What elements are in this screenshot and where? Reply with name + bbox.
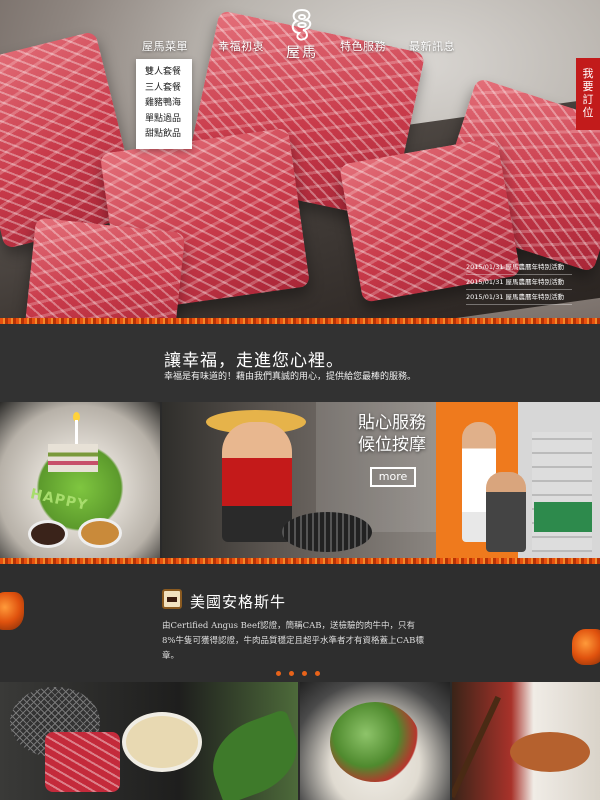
service-photo: 貼心服務 候位按摩 more <box>162 402 436 558</box>
menu-dropdown: 雙人套餐 三人套餐 雞豬鴨海 單點過品 甜點飲品 <box>136 59 192 149</box>
grill <box>282 512 372 552</box>
fish-dish-photo <box>452 682 600 800</box>
news-item[interactable]: 2015/01/31 屋馬農曆年特別活動 <box>466 290 572 305</box>
bowl <box>78 518 122 548</box>
angus-text: 由Certified Angus Beef認證，簡稱CAB，送檢驗的肉牛中，只有… <box>162 621 424 661</box>
side-dish <box>122 712 202 772</box>
reserve-button[interactable]: 我要訂位 <box>576 58 600 130</box>
hero-banner: 屋馬菜單 幸福初衷 特色服務 最新訊息 屋馬 雙人套餐 三人套餐 雞豬鴨海 單點… <box>0 0 600 318</box>
angus-title: 美國安格斯牛 <box>190 593 287 611</box>
cab-badge-icon <box>162 589 182 609</box>
slider-dot[interactable] <box>302 671 307 676</box>
intro-section: 讓幸福，走進您心裡。 幸福是有味道的！藉由我們真誠的用心，提供給您最棒的服務。 <box>0 324 600 402</box>
logo-text: 屋馬 <box>286 45 318 61</box>
beef-cube <box>24 217 186 318</box>
dropdown-item-dessert-drinks[interactable]: 甜點飲品 <box>136 127 192 143</box>
food-photos <box>0 682 600 800</box>
dropdown-item-double-set[interactable]: 雙人套餐 <box>136 65 192 81</box>
dropdown-item-a-la-carte[interactable]: 單點過品 <box>136 112 192 128</box>
nav-news[interactable]: 最新訊息 <box>409 38 455 54</box>
more-button[interactable]: more <box>370 467 416 487</box>
slider-dots <box>276 661 328 680</box>
beef-grill-photo <box>0 682 298 800</box>
slider-dot[interactable] <box>276 671 281 676</box>
service-title: 貼心服務 候位按摩 <box>358 412 426 456</box>
chopsticks <box>452 695 501 799</box>
nav-features[interactable]: 特色服務 <box>340 38 386 54</box>
candle <box>75 420 78 446</box>
waiting-room <box>532 432 592 552</box>
logo-mark-icon <box>291 8 312 41</box>
logo[interactable]: 屋馬 <box>275 8 329 72</box>
green-bench <box>534 502 592 532</box>
massage-photo <box>436 402 600 558</box>
intro-text: 幸福是有味道的！藉由我們真誠的用心，提供給您最棒的服務。 <box>164 372 417 382</box>
service-gallery: HAPPY 貼心服務 候位按摩 more <box>0 402 600 558</box>
ember-chunk <box>0 592 24 630</box>
cake-text: HAPPY <box>28 486 90 514</box>
salad <box>330 702 420 782</box>
news-item[interactable]: 2015/01/31 屋馬農曆年特別活動 <box>466 260 572 275</box>
birthday-cake-photo: HAPPY <box>0 402 160 558</box>
bowl <box>28 520 68 548</box>
salad-photo <box>300 682 450 800</box>
news-item[interactable]: 2015/01/31 屋馬農曆年特別活動 <box>466 275 572 290</box>
dropdown-item-meat-seafood[interactable]: 雞豬鴨海 <box>136 96 192 112</box>
slider-dot[interactable] <box>315 671 320 676</box>
beef-cube <box>45 732 120 792</box>
staff-person <box>222 422 292 542</box>
grilled-fish <box>510 732 590 772</box>
customer <box>486 472 526 552</box>
nav-origin[interactable]: 幸福初衷 <box>218 38 264 54</box>
news-list: 2015/01/31 屋馬農曆年特別活動 2015/01/31 屋馬農曆年特別活… <box>466 260 572 305</box>
dropdown-item-triple-set[interactable]: 三人套餐 <box>136 81 192 97</box>
leaf-garnish <box>200 708 298 800</box>
intro-title: 讓幸福，走進您心裡。 <box>164 351 344 371</box>
slider-dot[interactable] <box>289 671 294 676</box>
ember-chunk <box>572 629 600 665</box>
cake-tier <box>48 444 98 472</box>
nav-menu[interactable]: 屋馬菜單 <box>142 38 188 54</box>
service-title-line2: 候位按摩 <box>358 435 426 455</box>
service-title-line1: 貼心服務 <box>358 413 426 433</box>
angus-section: 美國安格斯牛 由Certified Angus Beef認證，簡稱CAB，送檢驗… <box>0 564 600 682</box>
